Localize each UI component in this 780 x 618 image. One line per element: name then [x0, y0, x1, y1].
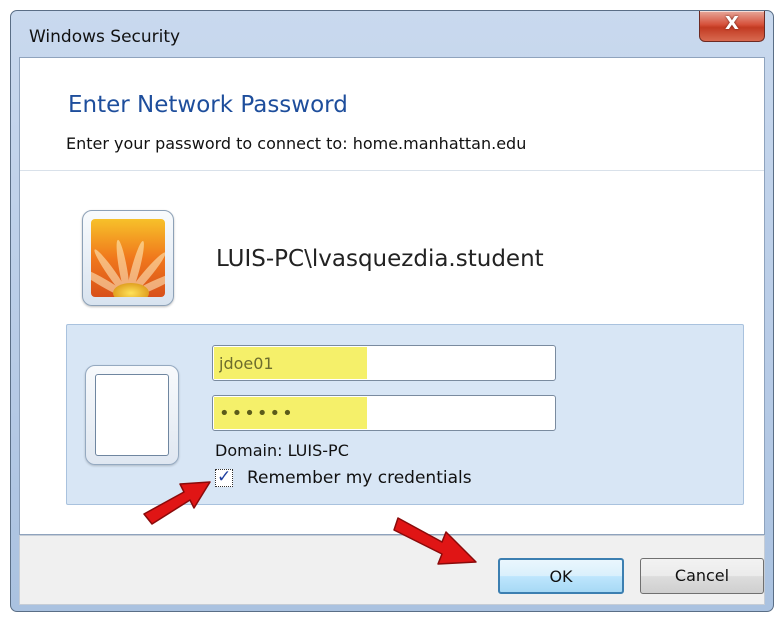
domain-label: Domain: LUIS-PC	[215, 441, 349, 460]
dialog-heading: Enter Network Password	[68, 92, 348, 118]
ok-button[interactable]: OK	[498, 558, 624, 594]
cancel-button[interactable]: Cancel	[640, 558, 764, 594]
password-field[interactable]	[212, 395, 556, 431]
close-button[interactable]: X	[699, 11, 765, 42]
username-field[interactable]	[212, 345, 556, 381]
blank-credential-tile-icon	[85, 365, 179, 465]
remember-label[interactable]: Remember my credentials	[247, 468, 472, 488]
title-bar[interactable]: Windows Security X	[11, 11, 773, 57]
dialog-content: Enter Network Password Enter your passwo…	[19, 57, 765, 535]
password-input[interactable]	[213, 396, 555, 430]
red-arrow-icon	[143, 481, 211, 525]
red-arrow-icon	[393, 517, 477, 565]
user-picture-tile	[82, 210, 174, 306]
close-icon: X	[725, 13, 739, 34]
separator	[20, 170, 764, 171]
window-title: Windows Security	[29, 27, 181, 47]
dialog-subheading: Enter your password to connect to: home.…	[66, 134, 527, 153]
blank-tile-inner	[95, 374, 169, 456]
username-input[interactable]	[213, 346, 555, 380]
account-name: LUIS-PC\lvasquezdia.student	[216, 246, 544, 272]
flower-user-picture-icon	[91, 219, 165, 297]
